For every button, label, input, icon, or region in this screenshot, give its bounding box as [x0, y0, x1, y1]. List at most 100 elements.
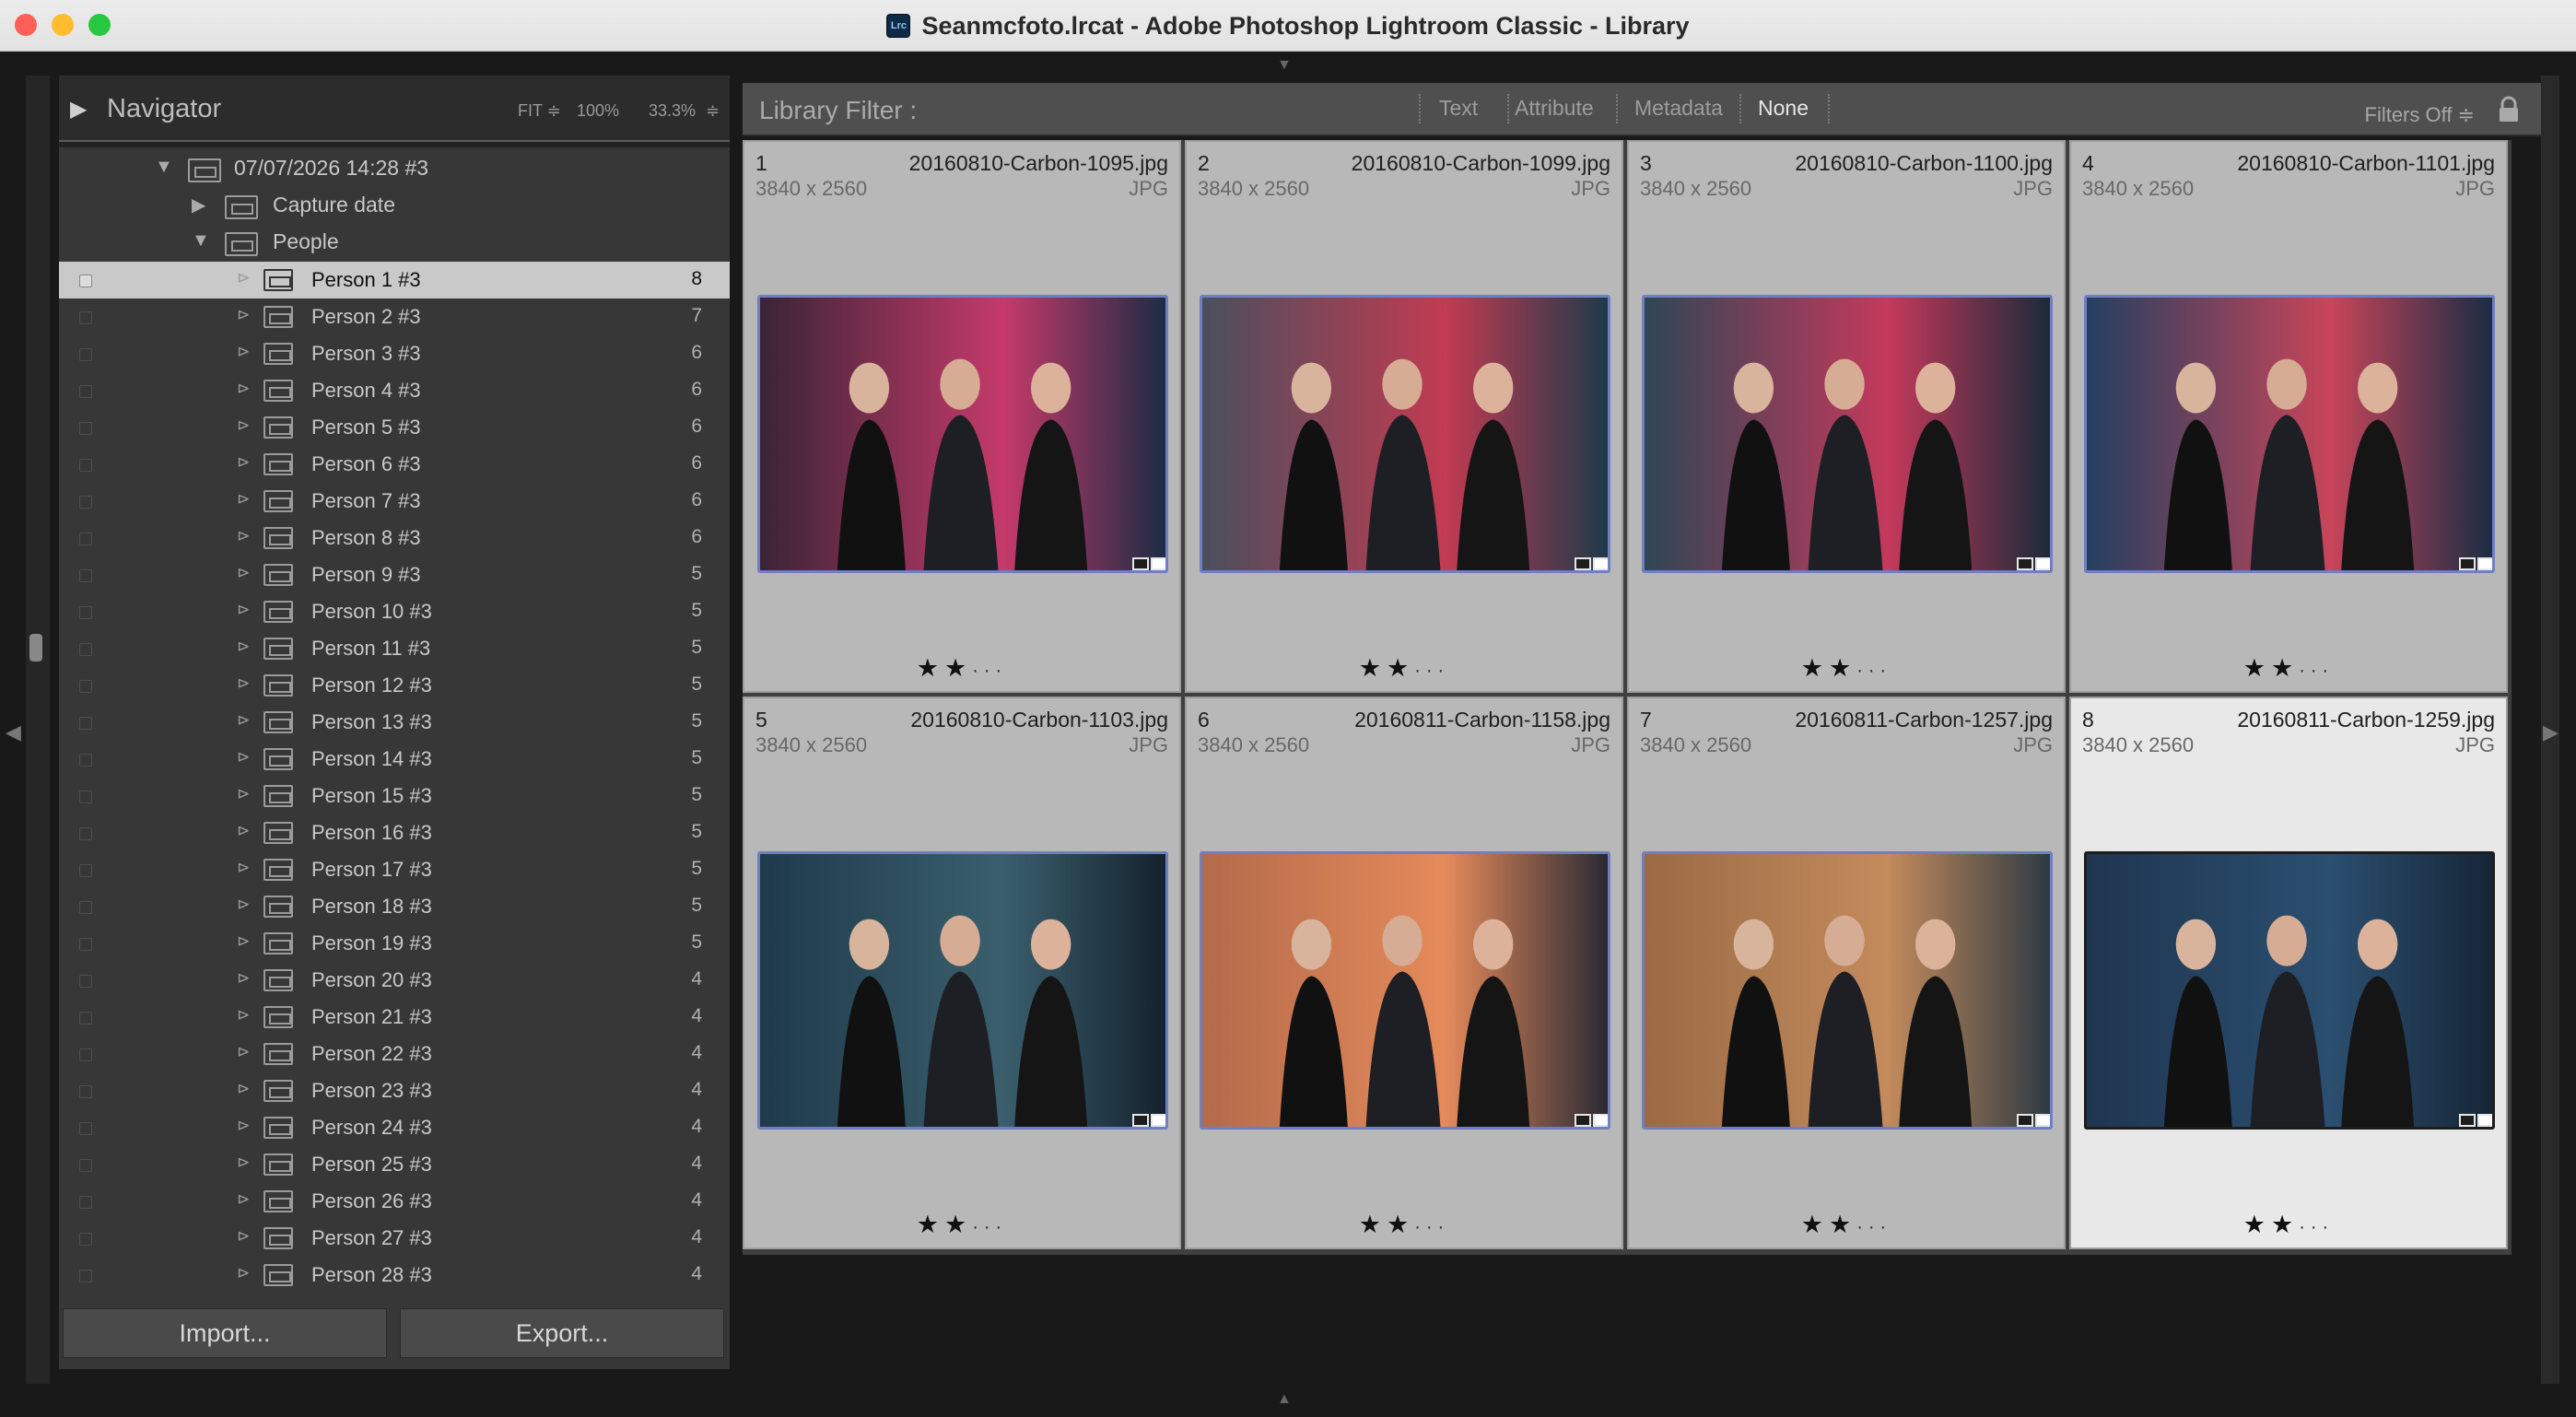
star-rating[interactable]: ★★··· [2071, 654, 2506, 683]
people-collection-row[interactable]: ⊳ Person 10 #3 5 [59, 593, 730, 630]
row-checkbox[interactable] [79, 569, 92, 582]
people-collection-row[interactable]: ⊳ Person 15 #3 5 [59, 778, 730, 814]
folder-date[interactable]: ▼ 07/07/2026 14:28 #3 [59, 151, 730, 188]
collapse-top-panel-arrow-icon[interactable]: ▼ [1277, 57, 1292, 74]
people-collection-row[interactable]: ⊳ Person 17 #3 5 [59, 851, 730, 888]
filter-tab-attribute[interactable]: Attribute [1515, 96, 1594, 121]
photo-thumbnail[interactable] [1200, 295, 1610, 573]
people-collection-row[interactable]: ⊳ Person 24 #3 4 [59, 1109, 730, 1146]
photo-cell[interactable]: 6 20160811-Carbon-1158.jpg 3840 x 2560 JPG ★… [1185, 697, 1623, 1249]
row-checkbox[interactable] [79, 643, 92, 656]
photo-thumbnail[interactable] [757, 851, 1168, 1130]
disclosure-triangle-icon[interactable]: ▶ [70, 96, 87, 123]
photo-cell[interactable]: 4 20160810-Carbon-1101.jpg 3840 x 2560 JPG ★… [2069, 140, 2508, 693]
people-collection-row[interactable]: ⊳ Person 25 #3 4 [59, 1146, 730, 1183]
people-collection-row[interactable]: ⊳ Person 28 #3 4 [59, 1257, 730, 1294]
folder-people[interactable]: ▼ People [59, 225, 730, 262]
row-checkbox[interactable] [79, 1122, 92, 1135]
collapsed-triangle-icon[interactable]: ▶ [192, 193, 205, 217]
people-collection-row[interactable]: ⊳ Person 7 #3 6 [59, 483, 730, 520]
zoom-333-option[interactable]: 33.3% [649, 101, 696, 121]
row-checkbox[interactable] [79, 717, 92, 730]
photo-thumbnail[interactable] [2084, 295, 2495, 573]
row-checkbox[interactable] [79, 1196, 92, 1209]
photo-cell[interactable]: 2 20160810-Carbon-1099.jpg 3840 x 2560 JPG ★… [1185, 140, 1623, 693]
zoom-fit-option[interactable]: FIT ≑ [518, 101, 561, 121]
people-collection-row[interactable]: ⊳ Person 9 #3 5 [59, 556, 730, 593]
row-checkbox[interactable] [79, 901, 92, 914]
people-collection-row[interactable]: ⊳ Person 12 #3 5 [59, 667, 730, 704]
collapse-left-panel-arrow-icon[interactable]: ◀ [6, 720, 21, 744]
row-checkbox[interactable] [79, 533, 92, 545]
row-checkbox[interactable] [79, 459, 92, 472]
people-collection-row[interactable]: ⊳ Person 3 #3 6 [59, 335, 730, 372]
row-checkbox[interactable] [79, 422, 92, 435]
row-checkbox[interactable] [79, 938, 92, 951]
row-checkbox[interactable] [79, 1048, 92, 1061]
row-checkbox[interactable] [79, 1270, 92, 1282]
people-collection-row[interactable]: ⊳ Person 23 #3 4 [59, 1072, 730, 1109]
people-collection-row[interactable]: ⊳ Person 8 #3 6 [59, 520, 730, 556]
scrollbar-thumb[interactable] [29, 634, 42, 662]
row-checkbox[interactable] [79, 864, 92, 877]
people-collection-row[interactable]: ⊳ Person 6 #3 6 [59, 446, 730, 483]
row-checkbox[interactable] [79, 1085, 92, 1098]
people-collection-row[interactable]: ⊳ Person 27 #3 4 [59, 1220, 730, 1257]
zoom-stepper-icon[interactable]: ≑ [706, 101, 720, 121]
people-collection-row[interactable]: ⊳ Person 4 #3 6 [59, 372, 730, 409]
row-checkbox[interactable] [79, 1233, 92, 1246]
people-collection-row[interactable]: ⊳ Person 16 #3 5 [59, 814, 730, 851]
folder-capture-date[interactable]: ▶ Capture date [59, 188, 730, 225]
lock-icon[interactable] [2497, 96, 2521, 123]
row-checkbox[interactable] [79, 680, 92, 693]
people-collection-row[interactable]: ⊳ Person 13 #3 5 [59, 704, 730, 741]
photo-cell[interactable]: 5 20160810-Carbon-1103.jpg 3840 x 2560 JPG ★… [743, 697, 1181, 1249]
people-collection-row[interactable]: ⊳ Person 18 #3 5 [59, 888, 730, 925]
collapse-right-panel-arrow-icon[interactable]: ▶ [2543, 720, 2558, 744]
photo-thumbnail[interactable] [2084, 851, 2495, 1130]
photo-thumbnail[interactable] [1200, 851, 1610, 1130]
export-button[interactable]: Export... [400, 1308, 724, 1358]
photo-cell[interactable]: 8 20160811-Carbon-1259.jpg 3840 x 2560 JPG ★… [2069, 697, 2508, 1249]
zoom-100-option[interactable]: 100% [577, 101, 619, 121]
people-collection-row[interactable]: ⊳ Person 26 #3 4 [59, 1183, 730, 1220]
people-collection-row[interactable]: ⊳ Person 2 #3 7 [59, 299, 730, 335]
photo-thumbnail[interactable] [1642, 295, 2053, 573]
people-collection-row[interactable]: ⊳ Person 21 #3 4 [59, 999, 730, 1036]
people-collection-row[interactable]: ⊳ Person 19 #3 5 [59, 925, 730, 962]
people-collection-row[interactable]: ⊳ Person 11 #3 5 [59, 630, 730, 667]
photo-cell[interactable]: 3 20160810-Carbon-1100.jpg 3840 x 2560 JPG ★… [1627, 140, 2066, 693]
row-checkbox[interactable] [79, 1159, 92, 1172]
filter-tab-metadata[interactable]: Metadata [1634, 96, 1723, 121]
star-rating[interactable]: ★★··· [1629, 654, 2064, 683]
photo-cell[interactable]: 7 20160811-Carbon-1257.jpg 3840 x 2560 JPG ★… [1627, 697, 2066, 1249]
row-checkbox[interactable] [79, 754, 92, 767]
row-checkbox[interactable] [79, 348, 92, 361]
row-checkbox[interactable] [79, 311, 92, 324]
import-button[interactable]: Import... [63, 1308, 387, 1358]
filter-tab-none[interactable]: None [1758, 96, 1809, 121]
people-collection-row[interactable]: ⊳ Person 14 #3 5 [59, 741, 730, 778]
navigator-header[interactable]: ▶ Navigator FIT ≑ 100% 33.3% ≑ [59, 76, 730, 147]
collapse-bottom-panel-arrow-icon[interactable]: ▲ [1277, 1391, 1292, 1408]
expanded-triangle-icon[interactable]: ▼ [192, 230, 210, 252]
star-rating[interactable]: ★★··· [744, 654, 1179, 683]
filter-tab-text[interactable]: Text [1439, 96, 1478, 121]
photo-thumbnail[interactable] [1642, 851, 2053, 1130]
row-checkbox[interactable] [79, 496, 92, 509]
row-checkbox[interactable] [79, 790, 92, 803]
row-checkbox[interactable] [79, 975, 92, 988]
row-checkbox[interactable] [79, 827, 92, 840]
star-rating[interactable]: ★★··· [1187, 654, 1622, 683]
people-collection-row[interactable]: ⊳ Person 22 #3 4 [59, 1036, 730, 1072]
row-checkbox[interactable] [79, 275, 92, 287]
row-checkbox[interactable] [79, 1012, 92, 1025]
star-rating[interactable]: ★★··· [1629, 1211, 2064, 1239]
row-checkbox[interactable] [79, 606, 92, 619]
people-collection-row[interactable]: ⊳ Person 5 #3 6 [59, 409, 730, 446]
filters-off-dropdown[interactable]: Filters Off ≑ [2365, 103, 2476, 127]
people-collection-row[interactable]: ⊳ Person 20 #3 4 [59, 962, 730, 999]
photo-cell[interactable]: 1 20160810-Carbon-1095.jpg 3840 x 2560 JPG ★… [743, 140, 1181, 693]
star-rating[interactable]: ★★··· [1187, 1211, 1622, 1239]
photo-thumbnail[interactable] [757, 295, 1168, 573]
